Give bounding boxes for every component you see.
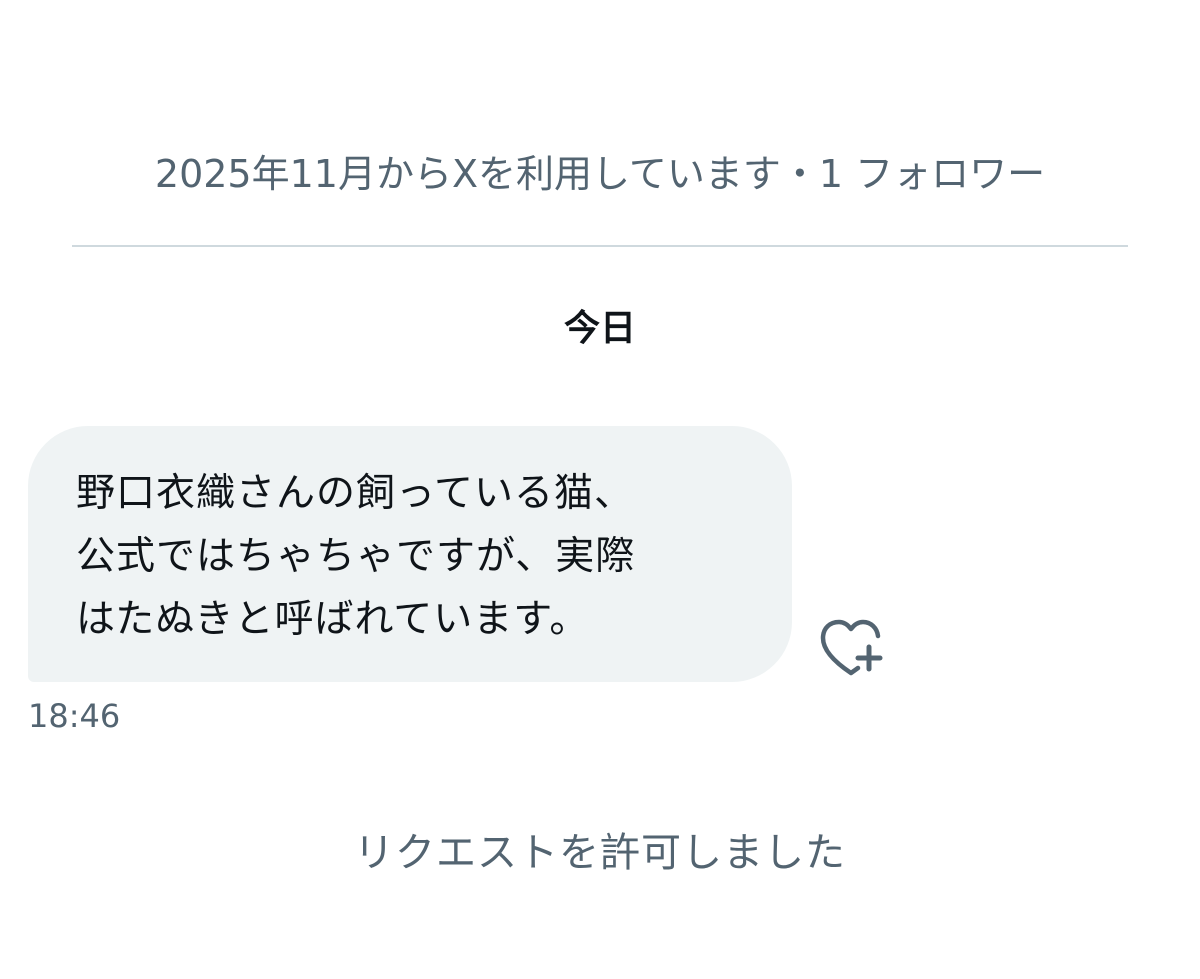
message-timestamp: 18:46 <box>28 697 121 735</box>
heart-plus-icon <box>820 619 883 676</box>
message-bubble[interactable]: 野口衣織さんの飼っている猫、 公式ではちゃちゃですが、実際 はたぬきと呼ばれてい… <box>28 426 792 682</box>
message-text: 野口衣織さんの飼っている猫、 公式ではちゃちゃですが、実際 はたぬきと呼ばれてい… <box>76 471 636 642</box>
request-accepted-notice: リクエストを許可しました <box>354 830 846 876</box>
divider <box>72 245 1128 247</box>
add-reaction-button[interactable] <box>818 616 884 676</box>
profile-meta-text: 2025年11月からXを利用しています・1 フォロワー <box>154 152 1046 196</box>
date-separator: 今日 <box>563 308 636 349</box>
